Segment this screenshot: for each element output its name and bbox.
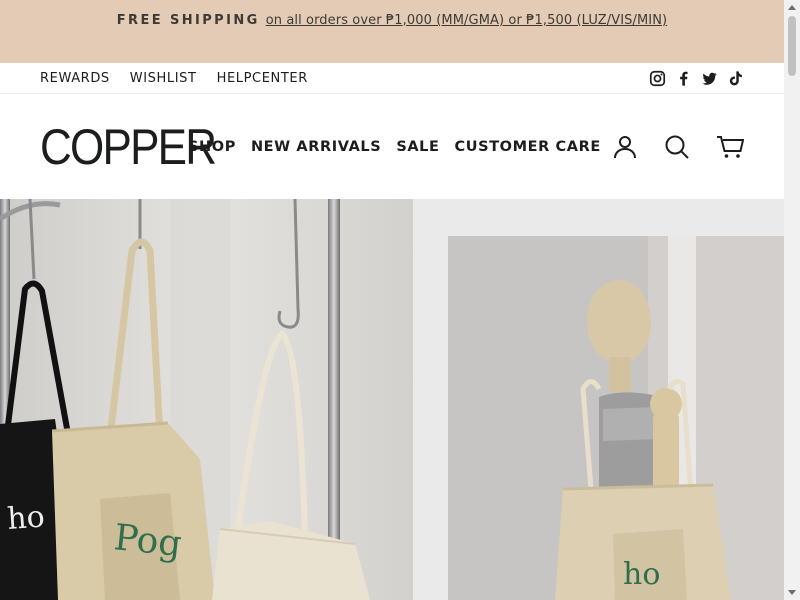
tiktok-icon[interactable] xyxy=(727,70,744,87)
bag-print-pog: Pog xyxy=(112,517,183,565)
twitter-icon[interactable] xyxy=(701,70,718,87)
copper-logo[interactable]: COPPER xyxy=(40,122,217,172)
cart-icon[interactable] xyxy=(716,134,745,160)
announcement-bar: FREE SHIPPING on all orders over ₱1,000 … xyxy=(0,0,784,63)
nav-customer-care[interactable]: CUSTOMER CARE xyxy=(455,139,601,155)
nav-sale[interactable]: SALE xyxy=(396,139,439,155)
instagram-icon[interactable] xyxy=(649,70,666,87)
helpcenter-link[interactable]: HELPCENTER xyxy=(217,71,308,86)
social-links xyxy=(649,70,744,87)
account-icon[interactable] xyxy=(612,134,638,160)
main-nav: SHOP NEW ARRIVALS SALE CUSTOMER CARE xyxy=(188,139,601,155)
utility-bar: REWARDS WISHLIST HELPCENTER xyxy=(0,63,784,94)
facebook-icon[interactable] xyxy=(675,70,692,87)
rewards-link[interactable]: REWARDS xyxy=(40,71,110,86)
hero-banner: Pog ho ho xyxy=(0,199,784,600)
search-icon[interactable] xyxy=(664,134,690,160)
scroll-thumb[interactable] xyxy=(788,16,796,76)
site-header: COPPER SHOP NEW ARRIVALS SALE CUSTOMER C… xyxy=(0,94,784,199)
hero-left-photo[interactable]: Pog ho xyxy=(0,199,413,600)
scroll-up-icon[interactable] xyxy=(788,5,796,10)
wishlist-link[interactable]: WISHLIST xyxy=(130,71,197,86)
bag-print-ho-2: ho xyxy=(623,557,660,592)
free-shipping-label: FREE SHIPPING xyxy=(116,13,260,28)
header-actions xyxy=(612,134,745,160)
hero-right-photo[interactable]: ho xyxy=(413,199,784,600)
page-scrollbar[interactable] xyxy=(784,0,800,600)
nav-new-arrivals[interactable]: NEW ARRIVALS xyxy=(251,139,381,155)
bag-print-ho: ho xyxy=(6,499,46,537)
shipping-details-link[interactable]: on all orders over ₱1,000 (MM/GMA) or ₱1… xyxy=(266,13,668,28)
scroll-down-icon[interactable] xyxy=(788,590,796,595)
